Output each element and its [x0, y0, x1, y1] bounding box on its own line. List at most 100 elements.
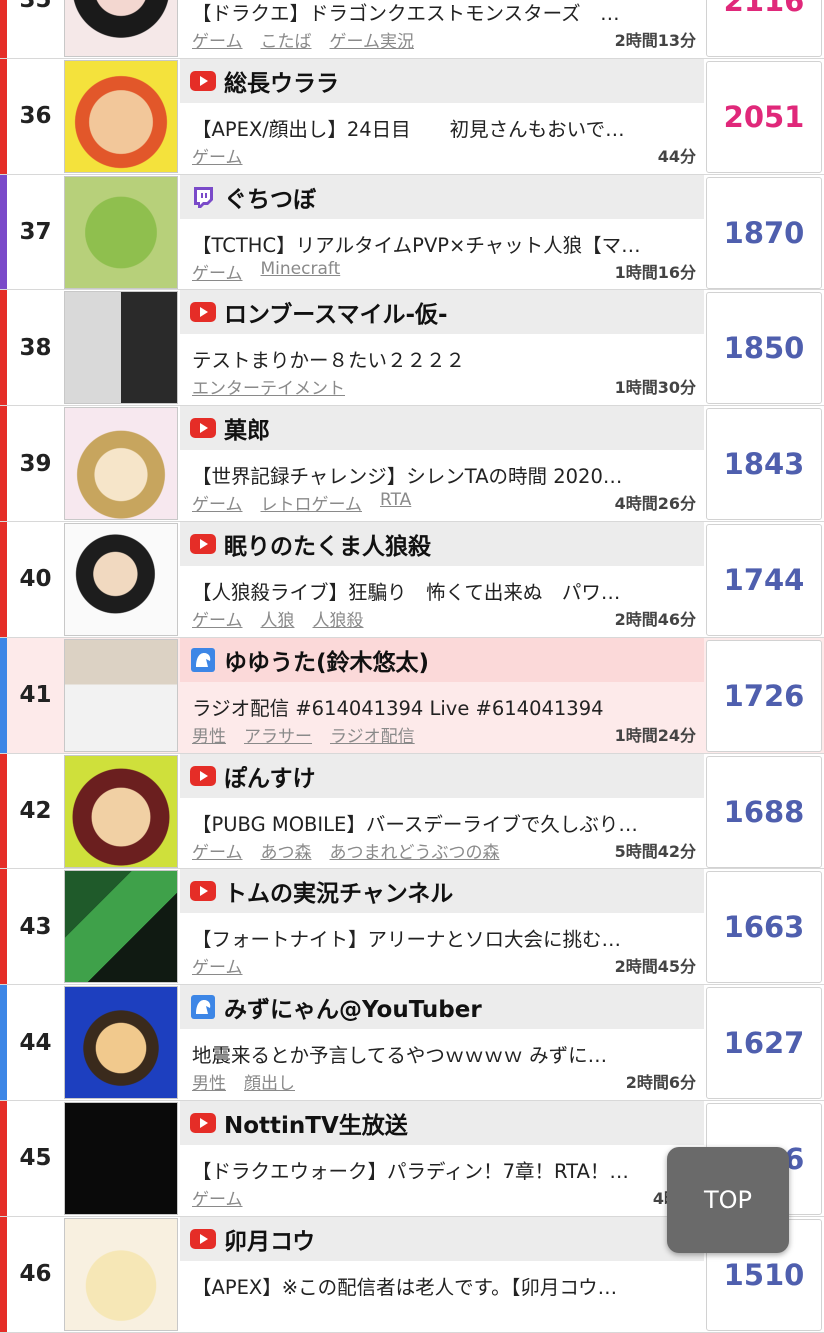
channel-avatar[interactable]: [64, 754, 178, 868]
ranking-row[interactable]: 41 ゆゆうた(鈴木悠太) ラジオ配信 #614041394 Live #614…: [0, 637, 824, 754]
channel-avatar[interactable]: [64, 0, 178, 57]
ranking-row[interactable]: 35 【ドラクエ】ドラゴンクエストモンスターズ … ゲーム こたば ゲーム実況 2時…: [0, 0, 824, 59]
stream-duration: 5時間42分: [614, 841, 696, 861]
viewer-count: 1843: [706, 408, 822, 521]
tag-link[interactable]: ラジオ配信: [330, 722, 415, 747]
rank-number: 46: [19, 1261, 52, 1288]
stream-info[interactable]: ロンブースマイル-仮- テストまりかー８たい２２２２ エンターテイメント 1時間…: [180, 290, 704, 405]
channel-name[interactable]: 卯月コウ: [224, 1222, 315, 1256]
tag-link[interactable]: こたば: [261, 27, 312, 52]
ranking-row[interactable]: 39 菓郎 【世界記録チャレンジ】シレンTAの時間 2020… ゲーム レトロゲー…: [0, 406, 824, 522]
channel-name[interactable]: 菓郎: [224, 411, 270, 445]
viewer-count: 1726: [706, 639, 822, 752]
tag-link[interactable]: ゲーム: [192, 1185, 243, 1210]
stream-info[interactable]: 【ドラクエ】ドラゴンクエストモンスターズ … ゲーム こたば ゲーム実況 2時間13…: [180, 0, 704, 58]
rank-number: 39: [19, 450, 52, 477]
stream-info[interactable]: 菓郎 【世界記録チャレンジ】シレンTAの時間 2020… ゲーム レトロゲーム RT…: [180, 406, 704, 521]
channel-name[interactable]: 総長ウララ: [224, 64, 339, 98]
stream-title[interactable]: 【PUBG MOBILE】バースデーライブで久しぶり…: [192, 808, 682, 837]
platform-stripe: [0, 985, 7, 1100]
stream-title[interactable]: 【世界記録チャレンジ】シレンTAの時間 2020…: [192, 460, 682, 489]
ranking-row[interactable]: 44 みずにゃん@YouTuber 地震来るとか予言してるやつｗｗｗｗ みずに……: [0, 985, 824, 1101]
tag-link[interactable]: あつまれどうぶつの森: [330, 838, 500, 863]
tag-link[interactable]: あつ森: [261, 838, 312, 863]
stream-info[interactable]: ぽんすけ 【PUBG MOBILE】バースデーライブで久しぶり… ゲーム あつ森あ…: [180, 753, 704, 869]
platform-stripe: [0, 753, 7, 869]
stream-title[interactable]: ラジオ配信 #614041394 Live #614041394: [192, 692, 682, 721]
channel-name[interactable]: みずにゃん@YouTuber: [224, 990, 482, 1024]
scroll-to-top-button[interactable]: TOP: [667, 1147, 789, 1253]
tag-link[interactable]: 男性: [192, 722, 226, 747]
tag-link[interactable]: エンターテイメント: [192, 374, 345, 399]
tag-link[interactable]: ゲーム: [192, 953, 243, 978]
ranking-row[interactable]: 37 ぐちつぼ 【TCTHC】リアルタイムPVP×チャット人狼【マ… ゲーム Mi…: [0, 174, 824, 291]
channel-avatar[interactable]: [64, 175, 178, 289]
stream-title[interactable]: 【人狼殺ライブ】狂騙り 怖くて出来ぬ パワ…: [192, 576, 682, 605]
tag-link[interactable]: ゲーム実況: [330, 27, 415, 52]
tag-link[interactable]: レトロゲーム: [261, 490, 363, 515]
channel-name[interactable]: ゆゆうた(鈴木悠太): [224, 643, 429, 677]
channel-avatar[interactable]: [64, 870, 178, 984]
stream-title[interactable]: 【ドラクエウォーク】パラディン！7章！RTA！…: [192, 1155, 682, 1184]
channel-avatar[interactable]: [64, 407, 178, 521]
ranking-row[interactable]: 36 総長ウララ 【APEX/顔出し】24日目 初見さんもおいで… ゲーム 44…: [0, 58, 824, 175]
stream-info[interactable]: 総長ウララ 【APEX/顔出し】24日目 初見さんもおいで… ゲーム 44分: [180, 58, 704, 174]
channel-name[interactable]: 眠りのたくま人狼殺: [224, 527, 431, 561]
channel-avatar[interactable]: [64, 638, 178, 752]
stream-title[interactable]: テストまりかー８たい２２２２: [192, 344, 682, 373]
rank-number: 42: [19, 797, 52, 824]
tag-link[interactable]: 人狼: [261, 606, 295, 631]
stream-title[interactable]: 地震来るとか予言してるやつｗｗｗｗ みずに…: [192, 1039, 682, 1068]
tag-link[interactable]: ゲーム: [192, 27, 243, 52]
stream-title[interactable]: 【TCTHC】リアルタイムPVP×チャット人狼【マ…: [192, 229, 682, 258]
viewer-count: 2051: [706, 60, 822, 173]
tag-link[interactable]: 男性: [192, 1069, 226, 1094]
channel-avatar[interactable]: [64, 986, 178, 1100]
platform-stripe: [0, 521, 7, 637]
stream-title[interactable]: 【APEX/顔出し】24日目 初見さんもおいで…: [192, 113, 682, 142]
channel-name[interactable]: NottinTV生放送: [224, 1106, 408, 1140]
ranking-row[interactable]: 43 トムの実況チャンネル 【フォートナイト】アリーナとソロ大会に挑む… ゲーム…: [0, 869, 824, 986]
tag-link[interactable]: ゲーム: [192, 606, 243, 631]
stream-title[interactable]: 【APEX】※この配信者は老人です。【卯月コウ…: [192, 1271, 682, 1300]
ranking-row[interactable]: 42 ぽんすけ 【PUBG MOBILE】バースデーライブで久しぶり… ゲームあ…: [0, 753, 824, 870]
stream-info[interactable]: NottinTV生放送 【ドラクエウォーク】パラディン！7章！RTA！… ゲーム…: [180, 1100, 704, 1216]
stream-info[interactable]: ゆゆうた(鈴木悠太) ラジオ配信 #614041394 Live #614041…: [180, 637, 704, 753]
channel-avatar[interactable]: [64, 1101, 178, 1215]
tag-link[interactable]: 顔出し: [244, 1069, 295, 1094]
tag-link[interactable]: 人狼殺: [313, 606, 364, 631]
stream-title[interactable]: 【ドラクエ】ドラゴンクエストモンスターズ …: [192, 0, 682, 26]
channel-avatar[interactable]: [64, 1217, 178, 1331]
stream-duration: 2時間6分: [625, 1073, 696, 1093]
channel-avatar[interactable]: [64, 291, 178, 405]
tag-link[interactable]: Minecraft: [261, 259, 341, 284]
stream-info[interactable]: トムの実況チャンネル 【フォートナイト】アリーナとソロ大会に挑む… ゲーム 2時…: [180, 869, 704, 984]
stream-info[interactable]: ぐちつぼ 【TCTHC】リアルタイムPVP×チャット人狼【マ… ゲーム Minec…: [180, 174, 704, 290]
channel-name[interactable]: ぽんすけ: [224, 759, 316, 793]
stream-title[interactable]: 【フォートナイト】アリーナとソロ大会に挑む…: [192, 923, 682, 952]
stream-info[interactable]: 眠りのたくま人狼殺 【人狼殺ライブ】狂騙り 怖くて出来ぬ パワ… ゲーム 人狼 人狼…: [180, 521, 704, 637]
tag-list: ゲーム: [192, 1185, 243, 1210]
channel-name[interactable]: ぐちつぼ: [224, 180, 316, 214]
viewer-count: 1870: [706, 176, 822, 289]
stream-duration: 2時間45分: [614, 957, 696, 977]
channel-name[interactable]: ロンブースマイル-仮-: [224, 295, 448, 329]
channel-name[interactable]: トムの実況チャンネル: [224, 874, 453, 908]
channel-avatar[interactable]: [64, 59, 178, 173]
channel-avatar[interactable]: [64, 522, 178, 636]
tag-link[interactable]: アラサー: [244, 722, 312, 747]
rank-number: 40: [19, 566, 52, 593]
ranking-row[interactable]: 40 眠りのたくま人狼殺 【人狼殺ライブ】狂騙り 怖くて出来ぬ パワ… ゲーム人…: [0, 521, 824, 638]
viewer-count: 1744: [706, 523, 822, 636]
stream-info[interactable]: みずにゃん@YouTuber 地震来るとか予言してるやつｗｗｗｗ みずに… 男性…: [180, 985, 704, 1100]
tag-link[interactable]: RTA: [380, 490, 411, 515]
tag-link[interactable]: ゲーム: [192, 259, 243, 284]
tag-link[interactable]: ゲーム: [192, 143, 243, 168]
stream-info[interactable]: 卯月コウ 【APEX】※この配信者は老人です。【卯月コウ…: [180, 1216, 704, 1332]
tag-link[interactable]: ゲーム: [192, 490, 243, 515]
tag-link[interactable]: ゲーム: [192, 838, 243, 863]
youtube-icon: [190, 533, 216, 555]
youtube-icon: [190, 70, 216, 92]
platform-stripe: [0, 58, 7, 174]
ranking-row[interactable]: 38 ロンブースマイル-仮- テストまりかー８たい２２２２ エンターテイメント …: [0, 290, 824, 407]
